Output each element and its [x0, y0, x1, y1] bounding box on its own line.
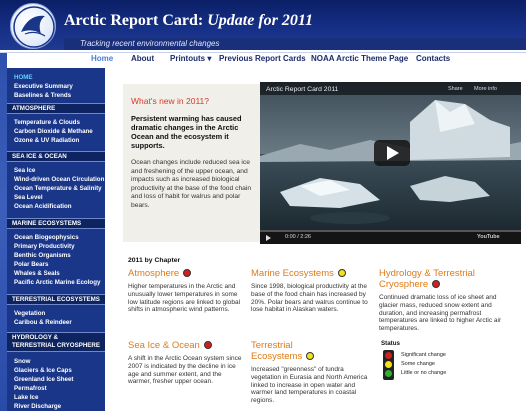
red-light-icon: [385, 352, 392, 359]
sidebar-item-lake-ice[interactable]: Lake Ice: [14, 394, 38, 401]
sidebar-item-permafrost[interactable]: Permafrost: [14, 385, 47, 392]
chapter-terrestrial-title[interactable]: Terrestrial Ecosystems: [251, 340, 315, 362]
chapter-terrestrial-body: Increased "greenness" of tundra vegetati…: [251, 366, 368, 405]
chapter-marine-body: Since 1998, biological productivity at t…: [251, 283, 368, 314]
whats-new-box: What's new in 2011? Persistent warming h…: [123, 84, 260, 242]
chapter-atmosphere-title[interactable]: Atmosphere: [128, 268, 192, 279]
nav-previous-report-cards[interactable]: Previous Report Cards: [219, 54, 306, 63]
nav-home[interactable]: Home: [91, 54, 113, 63]
chapter-hydrology-title[interactable]: Hydrology & Terrestrial Cryosphere: [379, 268, 475, 290]
nav-about[interactable]: About: [131, 54, 154, 63]
sidebar-section-label: MARINE ECOSYSTEMS: [12, 220, 82, 227]
sidebar-item-caribou-reindeer[interactable]: Caribou & Reindeer: [14, 319, 72, 326]
page-subtitle: Tracking recent environmental changes: [64, 38, 526, 50]
video-player[interactable]: Arctic Report Card 2011 Share More info …: [260, 82, 521, 244]
status-some-icon: [306, 352, 315, 361]
status-significant-icon: [203, 341, 212, 350]
sidebar-section-label-line2: TERRESTRIAL CRYOSPHERE: [12, 342, 101, 349]
chapter-title-line1: Hydrology & Terrestrial: [379, 268, 475, 279]
chapter-hydrology-body: Continued dramatic loss of ice sheet and…: [379, 294, 502, 333]
page-title-plain: Arctic Report Card:: [64, 12, 208, 29]
traffic-light-icon: [383, 350, 394, 380]
sidebar-section-marine-ecosystems[interactable]: MARINE ECOSYSTEMS: [7, 218, 105, 229]
chapter-atmosphere-body: Higher temperatures in the Arctic and un…: [128, 283, 241, 314]
sidebar-item-whales-seals[interactable]: Whales & Seals: [14, 270, 60, 277]
chapter-title-line2: Cryosphere: [379, 279, 429, 290]
status-legend-label: Status: [381, 340, 400, 347]
legend-significant: Significant change: [401, 352, 446, 358]
chapter-title-text: Marine Ecosystems: [251, 268, 334, 279]
whats-new-body: Ocean changes include reduced sea ice an…: [131, 159, 252, 209]
sidebar-item-ocean-acidification[interactable]: Ocean Acidification: [14, 203, 72, 210]
legend-some: Some change: [401, 361, 435, 367]
video-more-info-button[interactable]: More info: [474, 86, 497, 92]
sidebar-item-benthic-organisms[interactable]: Benthic Organisms: [14, 252, 71, 259]
sidebar-section-atmosphere[interactable]: ATMOSPHERE: [7, 103, 105, 114]
status-significant-icon: [432, 280, 441, 289]
sidebar-item-ocean-temperature[interactable]: Ocean Temperature & Salinity: [14, 185, 102, 192]
chapter-sea-ice-title[interactable]: Sea Ice & Ocean: [128, 340, 212, 351]
yellow-light-icon: [385, 361, 392, 368]
play-control-icon[interactable]: [266, 235, 271, 241]
sidebar-item-glaciers[interactable]: Glaciers & Ice Caps: [14, 367, 72, 374]
video-share-button[interactable]: Share: [448, 86, 463, 92]
sidebar-section-label: ATMOSPHERE: [12, 105, 56, 112]
left-border-strip: [0, 0, 7, 411]
sidebar-item-home[interactable]: HOME: [14, 74, 33, 81]
legend-little: Little or no change: [401, 370, 447, 376]
sidebar-section-label: SEA ICE & OCEAN: [12, 153, 67, 160]
sidebar-section-sea-ice-ocean[interactable]: SEA ICE & OCEAN: [7, 151, 105, 162]
chapter-title-line2: Ecosystems: [251, 351, 303, 362]
sidebar-item-vegetation[interactable]: Vegetation: [14, 310, 45, 317]
play-icon: [387, 146, 399, 160]
chapter-marine-title[interactable]: Marine Ecosystems: [251, 268, 346, 279]
sidebar-item-wind-circulation[interactable]: Wind-driven Ocean Circulation: [14, 176, 104, 183]
top-navigation: Home About Printouts ▾ Previous Report C…: [60, 54, 526, 66]
chapter-sea-ice-body: A shift in the Arctic Ocean system since…: [128, 355, 242, 386]
sidebar-section-hydrology[interactable]: HYDROLOGY & TERRESTRIAL CRYOSPHERE: [7, 332, 105, 352]
status-significant-icon: [183, 269, 192, 278]
sidebar-item-river-discharge[interactable]: River Discharge: [14, 403, 61, 410]
video-controls: 0:00 / 2:26 YouTube: [260, 232, 521, 244]
sidebar-section-terrestrial-ecosystems[interactable]: TERRESTRIAL ECOSYSTEMS: [7, 294, 105, 305]
youtube-logo[interactable]: YouTube: [477, 234, 500, 240]
page-title-italic: Update for 2011: [207, 12, 313, 29]
nav-printouts[interactable]: Printouts ▾: [170, 54, 211, 63]
sidebar-item-carbon[interactable]: Carbon Dioxide & Methane: [14, 128, 93, 135]
sidebar-item-temperature-clouds[interactable]: Temperature & Clouds: [14, 119, 80, 126]
video-time: 0:00 / 2:26: [285, 234, 311, 240]
whats-new-title: What's new in 2011?: [131, 96, 210, 106]
header-divider-shadow: [0, 52, 526, 53]
chapter-title-line1: Terrestrial: [251, 340, 293, 351]
whats-new-lead: Persistent warming has caused dramatic c…: [131, 114, 242, 150]
sidebar-item-polar-bears[interactable]: Polar Bears: [14, 261, 48, 268]
status-some-icon: [337, 269, 346, 278]
page-title: Arctic Report Card: Update for 2011: [64, 12, 313, 30]
sidebar-item-ocean-biogeophysics[interactable]: Ocean Biogeophysics: [14, 234, 79, 241]
sidebar-item-pacific-arctic[interactable]: Pacific Arctic Marine Ecology: [14, 279, 100, 286]
sidebar-item-primary-productivity[interactable]: Primary Productivity: [14, 243, 75, 250]
chapter-title-text: Sea Ice & Ocean: [128, 340, 200, 351]
site-header: Arctic Report Card: Update for 2011 Trac…: [0, 0, 526, 50]
sidebar-section-label-line1: HYDROLOGY &: [12, 334, 58, 341]
nav-noaa-arctic-theme-page[interactable]: NOAA Arctic Theme Page: [311, 54, 408, 63]
sidebar-item-greenland[interactable]: Greenland Ice Sheet: [14, 376, 74, 383]
sidebar-item-ozone[interactable]: Ozone & UV Radiation: [14, 137, 79, 144]
green-light-icon: [385, 370, 392, 377]
sidebar-item-sea-ice[interactable]: Sea Ice: [14, 167, 35, 174]
video-title[interactable]: Arctic Report Card 2011: [266, 86, 338, 93]
sidebar-section-label: TERRESTRIAL ECOSYSTEMS: [12, 296, 100, 303]
chapter-title-text: Atmosphere: [128, 268, 180, 279]
sidebar-item-sea-level[interactable]: Sea Level: [14, 194, 43, 201]
video-play-button[interactable]: [374, 140, 410, 166]
sidebar-item-baselines[interactable]: Baselines & Trends: [14, 92, 71, 99]
sidebar-item-snow[interactable]: Snow: [14, 358, 31, 365]
chapter-heading: 2011 by Chapter: [128, 257, 181, 264]
noaa-logo[interactable]: [10, 3, 56, 49]
noaa-logo-icon: [13, 6, 55, 48]
nav-contacts[interactable]: Contacts: [416, 54, 450, 63]
sidebar-item-executive-summary[interactable]: Executive Summary: [14, 83, 73, 90]
sidebar: HOME Executive Summary Baselines & Trend…: [7, 68, 105, 411]
